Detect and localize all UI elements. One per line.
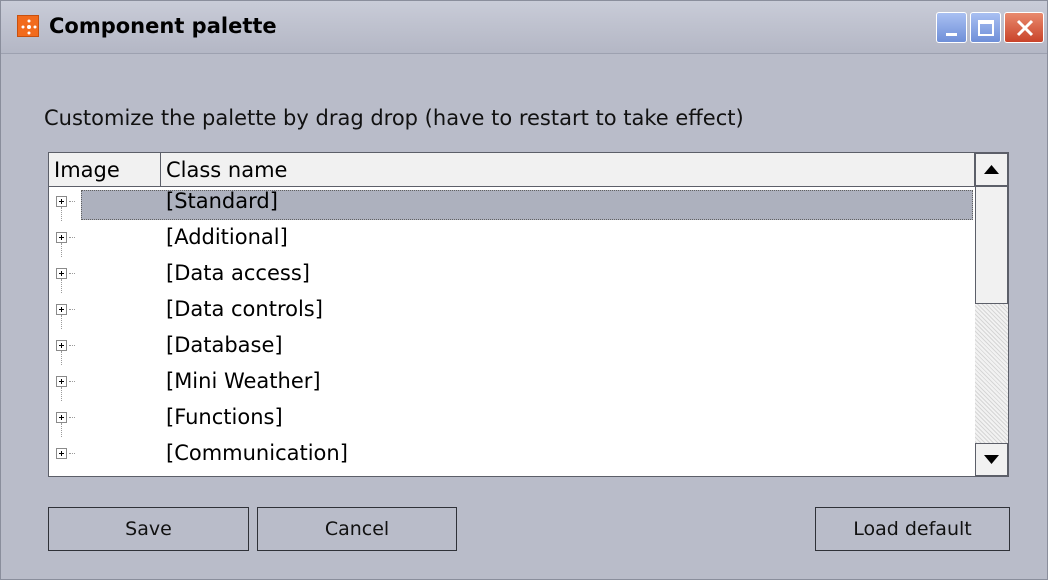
tree-connector bbox=[69, 453, 75, 454]
scroll-down-button[interactable] bbox=[975, 443, 1008, 476]
list-item[interactable]: [Data access] bbox=[49, 259, 975, 293]
tree-connector bbox=[61, 423, 62, 437]
window-title: Component palette bbox=[49, 14, 277, 38]
instructions-text: Customize the palette by drag drop (have… bbox=[44, 106, 744, 130]
tree-connector bbox=[61, 243, 62, 257]
tree-connector bbox=[69, 237, 75, 238]
expand-icon[interactable] bbox=[56, 340, 67, 351]
expand-icon[interactable] bbox=[56, 304, 67, 315]
expand-icon[interactable] bbox=[56, 412, 67, 423]
maximize-button[interactable] bbox=[970, 12, 1001, 43]
minimize-button[interactable] bbox=[936, 12, 967, 43]
palette-listview[interactable]: Image Class name [Standard] [Additional] bbox=[48, 152, 1009, 477]
vertical-scrollbar[interactable] bbox=[975, 153, 1008, 476]
list-item-label: [Standard] bbox=[166, 189, 278, 213]
expand-icon[interactable] bbox=[56, 376, 67, 387]
list-item-label: [Data access] bbox=[166, 261, 310, 285]
tree-connector bbox=[61, 351, 62, 365]
list-item-label: [Communication] bbox=[166, 441, 348, 465]
list-item[interactable]: [Communication] bbox=[49, 439, 975, 473]
expand-icon[interactable] bbox=[56, 268, 67, 279]
expand-icon[interactable] bbox=[56, 196, 67, 207]
tree-connector bbox=[69, 417, 75, 418]
tree-connector bbox=[69, 309, 75, 310]
list-item[interactable]: [Mini Weather] bbox=[49, 367, 975, 401]
arrow-down-icon bbox=[984, 455, 999, 464]
list-item[interactable]: [Data controls] bbox=[49, 295, 975, 329]
expand-icon[interactable] bbox=[56, 448, 67, 459]
list-item[interactable]: [Additional] bbox=[49, 223, 975, 257]
expand-icon[interactable] bbox=[56, 232, 67, 243]
scrollbar-thumb[interactable] bbox=[975, 186, 1008, 304]
tree-connector bbox=[61, 387, 62, 401]
minimize-icon bbox=[946, 33, 957, 36]
list-item-label: [Database] bbox=[166, 333, 283, 357]
list-item-label: [Additional] bbox=[166, 225, 288, 249]
tree-connector bbox=[69, 345, 75, 346]
tree-connector bbox=[69, 201, 75, 202]
arrow-up-icon bbox=[984, 165, 999, 174]
tree-connector bbox=[61, 207, 62, 221]
app-icon bbox=[17, 15, 39, 37]
list-item-label: [Functions] bbox=[166, 405, 283, 429]
close-icon bbox=[1016, 19, 1034, 37]
save-button[interactable]: Save bbox=[48, 507, 249, 551]
scroll-up-button[interactable] bbox=[975, 153, 1008, 186]
column-header-class-name[interactable]: Class name bbox=[161, 153, 975, 187]
title-bar[interactable]: Component palette bbox=[1, 1, 1047, 54]
close-button[interactable] bbox=[1004, 12, 1044, 43]
column-header-image[interactable]: Image bbox=[49, 153, 161, 187]
tree-connector bbox=[69, 273, 75, 274]
list-item[interactable]: [Database] bbox=[49, 331, 975, 365]
cancel-button[interactable]: Cancel bbox=[257, 507, 457, 551]
list-item[interactable]: [Standard] bbox=[49, 187, 975, 221]
list-item[interactable]: [Functions] bbox=[49, 403, 975, 437]
component-palette-window: Component palette Customize the palette … bbox=[0, 0, 1048, 580]
maximize-icon bbox=[978, 20, 994, 36]
tree-connector bbox=[61, 315, 62, 329]
load-default-button[interactable]: Load default bbox=[815, 507, 1010, 551]
list-item-label: [Data controls] bbox=[166, 297, 323, 321]
tree-connector bbox=[69, 381, 75, 382]
tree-connector bbox=[61, 279, 62, 293]
list-item-label: [Mini Weather] bbox=[166, 369, 321, 393]
